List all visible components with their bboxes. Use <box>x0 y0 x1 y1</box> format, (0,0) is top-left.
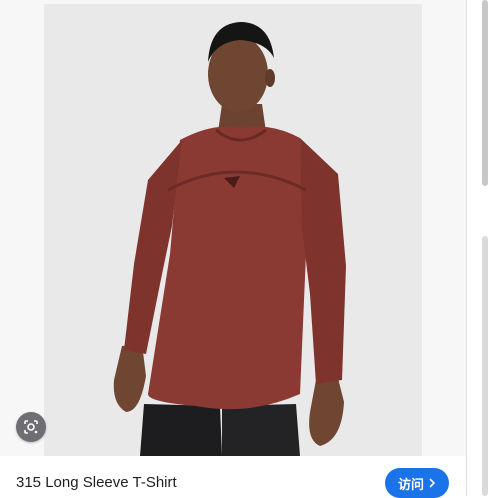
chevron-right-icon <box>429 478 436 488</box>
product-title[interactable]: 315 Long Sleeve T-Shirt <box>16 474 177 491</box>
scrollbar-thumb[interactable] <box>482 0 488 186</box>
result-panel: 315 Long Sleeve T-Shirt 访问 <box>0 0 466 498</box>
visit-button-label: 访问 <box>397 476 424 492</box>
product-image[interactable] <box>44 4 422 456</box>
visit-button[interactable]: 访问 <box>385 468 449 498</box>
product-info-bar: 315 Long Sleeve T-Shirt 访问 <box>0 456 466 498</box>
lens-search-button[interactable] <box>16 412 46 442</box>
product-photo <box>44 4 422 456</box>
panel-divider <box>466 0 467 496</box>
google-lens-icon <box>24 420 38 434</box>
scrollbar-thumb-secondary[interactable] <box>482 236 488 496</box>
